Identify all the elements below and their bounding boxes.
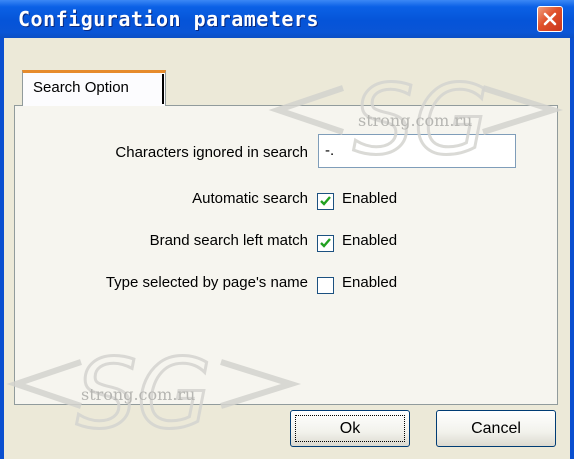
cancel-button[interactable]: Cancel — [436, 410, 556, 447]
brand-search-checkbox[interactable] — [317, 235, 334, 252]
tab-label: Search Option — [33, 79, 129, 96]
ignored-chars-label: Characters ignored in search — [115, 144, 308, 161]
brand-search-label: Brand search left match — [149, 232, 308, 249]
window-title: Configuration parameters — [18, 7, 319, 31]
tab-search-option[interactable]: Search Option — [22, 70, 166, 106]
type-selected-label: Type selected by page's name — [105, 274, 308, 291]
tab-divider — [162, 74, 164, 104]
close-icon — [543, 12, 557, 26]
type-selected-checkbox[interactable] — [317, 277, 334, 294]
automatic-search-label: Automatic search — [192, 190, 308, 207]
checkmark-icon — [320, 238, 331, 248]
title-bar[interactable]: Configuration parameters — [0, 0, 574, 38]
dialog-body: Search Option Characters ignored in sear… — [4, 38, 570, 459]
cancel-button-label: Cancel — [471, 420, 521, 437]
automatic-search-enabled-text: Enabled — [342, 190, 398, 207]
close-button[interactable] — [537, 6, 563, 32]
brand-search-enabled-text: Enabled — [342, 232, 398, 249]
ok-button[interactable]: Ok — [290, 410, 410, 447]
ignored-chars-input[interactable]: -. — [318, 134, 516, 168]
window-frame-right — [570, 38, 574, 459]
checkmark-icon — [320, 196, 331, 206]
focus-rect — [295, 415, 405, 442]
automatic-search-checkbox[interactable] — [317, 193, 334, 210]
type-selected-enabled-text: Enabled — [342, 274, 398, 291]
